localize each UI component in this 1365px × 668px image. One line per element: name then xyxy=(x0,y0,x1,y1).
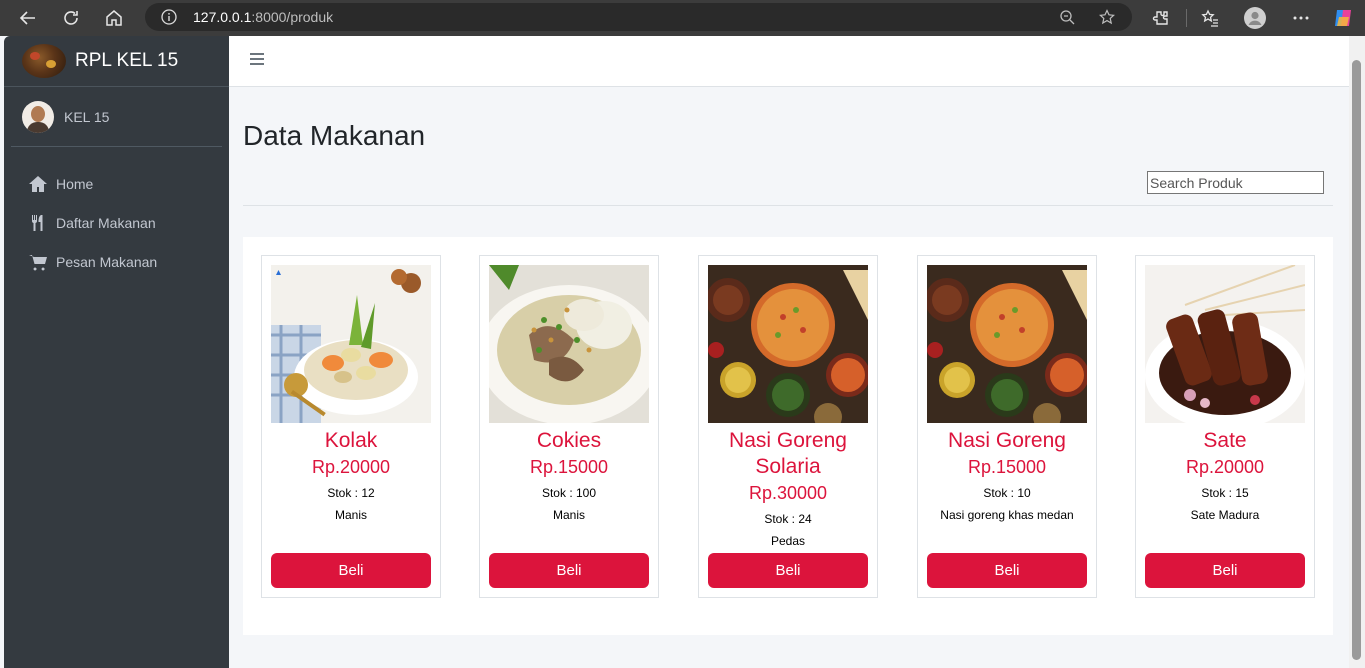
browser-toolbar: 127.0.0.1:8000/produk xyxy=(0,0,1365,36)
sidebar-item-home[interactable]: Home xyxy=(4,164,229,203)
product-stock: Stok : 15 xyxy=(1201,486,1249,500)
address-bar[interactable]: 127.0.0.1:8000/produk xyxy=(145,3,1132,31)
product-info: Nasi Goreng Rp.15000 Stok : 10 Nasi gore… xyxy=(918,428,1096,526)
product-price: Rp.20000 xyxy=(311,457,391,477)
zoom-icon[interactable] xyxy=(1059,9,1075,25)
product-card: Sate Rp.20000 Stok : 15 Sate Madura Beli xyxy=(1135,255,1315,598)
product-stock: Stok : 100 xyxy=(541,486,597,500)
product-description: Sate Madura xyxy=(1190,508,1260,522)
sidebar-menu: Home Daftar Makanan Pesan Makanan xyxy=(4,164,229,281)
toolbar-separator xyxy=(1186,9,1187,27)
page-title: Data Makanan xyxy=(243,120,426,151)
product-price: Rp.15000 xyxy=(967,457,1047,477)
product-card: Kolak Rp.20000 Stok : 12 Manis Beli xyxy=(261,255,441,598)
user-panel[interactable]: KEL 15 xyxy=(11,87,222,147)
sidebar-item-daftar-makanan[interactable]: Daftar Makanan xyxy=(4,203,229,242)
search-input[interactable] xyxy=(1147,171,1324,194)
product-info: Sate Rp.20000 Stok : 15 Sate Madura xyxy=(1136,428,1314,526)
product-info: Cokies Rp.15000 Stok : 100 Manis xyxy=(480,428,658,526)
product-image-nasi-goreng xyxy=(927,265,1087,423)
product-description: Manis xyxy=(552,508,585,522)
buy-button[interactable]: Beli xyxy=(708,553,868,588)
product-price: Rp.20000 xyxy=(1185,457,1265,477)
more-menu-icon[interactable] xyxy=(1290,7,1312,29)
product-description: Nasi goreng khas medan xyxy=(940,508,1074,522)
url-text[interactable]: 127.0.0.1:8000/produk xyxy=(193,9,333,25)
product-image-cokies xyxy=(489,265,649,423)
content-area: Data Makanan Search Produk Kolak Rp.2000… xyxy=(229,87,1349,668)
user-name: KEL 15 xyxy=(64,108,110,125)
product-name: Sate xyxy=(1203,429,1247,452)
product-stock: Stok : 10 xyxy=(983,486,1031,500)
brand-title: RPL KEL 15 xyxy=(75,50,179,71)
cart-icon xyxy=(29,254,47,270)
product-image-kolak xyxy=(271,265,431,423)
product-card: Nasi Goreng Solaria Rp.30000 Stok : 24 P… xyxy=(698,255,878,598)
sidebar-item-label: Pesan Makanan xyxy=(56,253,158,270)
product-panel: Kolak Rp.20000 Stok : 12 Manis Beli Coki… xyxy=(243,237,1333,635)
product-info: Nasi Goreng Solaria Rp.30000 Stok : 24 P… xyxy=(699,428,877,552)
buy-button[interactable]: Beli xyxy=(1145,553,1305,588)
product-name: Kolak xyxy=(324,429,378,452)
buy-button[interactable]: Beli xyxy=(489,553,649,588)
sidebar: RPL KEL 15 KEL 15 Home Daftar Makanan Pe… xyxy=(4,36,229,668)
sidebar-item-label: Daftar Makanan xyxy=(56,214,156,231)
home-icon xyxy=(29,175,47,192)
product-price: Rp.30000 xyxy=(748,483,828,503)
product-card: Nasi Goreng Rp.15000 Stok : 10 Nasi gore… xyxy=(917,255,1097,598)
product-image-sate xyxy=(1145,265,1305,423)
back-icon[interactable] xyxy=(17,7,39,29)
divider xyxy=(243,205,1333,206)
buy-button[interactable]: Beli xyxy=(927,553,1087,588)
product-card: Cokies Rp.15000 Stok : 100 Manis Beli xyxy=(479,255,659,598)
home-browser-icon[interactable] xyxy=(103,7,125,29)
favorites-list-icon[interactable] xyxy=(1199,7,1221,29)
hamburger-menu-icon[interactable] xyxy=(250,53,264,67)
product-stock: Stok : 12 xyxy=(327,486,375,500)
profile-icon[interactable] xyxy=(1244,7,1266,29)
product-description: Pedas xyxy=(770,534,806,548)
extensions-icon[interactable] xyxy=(1150,7,1172,29)
product-name: Cokies xyxy=(536,429,602,452)
brand-logo xyxy=(22,44,66,78)
brand-link[interactable]: RPL KEL 15 xyxy=(4,36,229,87)
info-icon[interactable] xyxy=(161,9,177,25)
favorite-star-icon[interactable] xyxy=(1099,9,1115,25)
product-info: Kolak Rp.20000 Stok : 12 Manis xyxy=(262,428,440,526)
product-price: Rp.15000 xyxy=(529,457,609,477)
product-stock: Stok : 24 xyxy=(764,512,812,526)
sidebar-item-label: Home xyxy=(56,175,94,192)
sidebar-item-pesan-makanan[interactable]: Pesan Makanan xyxy=(4,242,229,281)
buy-button[interactable]: Beli xyxy=(271,553,431,588)
scrollbar-thumb[interactable] xyxy=(1352,60,1361,660)
utensils-icon xyxy=(31,214,43,231)
reload-icon[interactable] xyxy=(60,7,82,29)
product-name: Nasi Goreng Solaria xyxy=(729,429,847,478)
product-name: Nasi Goreng xyxy=(948,429,1066,452)
product-description: Manis xyxy=(334,508,367,522)
top-navbar xyxy=(229,36,1349,87)
product-image-nasi-goreng-solaria xyxy=(708,265,868,423)
avatar xyxy=(22,100,54,133)
page-scrollbar[interactable] xyxy=(1349,36,1365,668)
copilot-icon[interactable] xyxy=(1332,7,1354,29)
